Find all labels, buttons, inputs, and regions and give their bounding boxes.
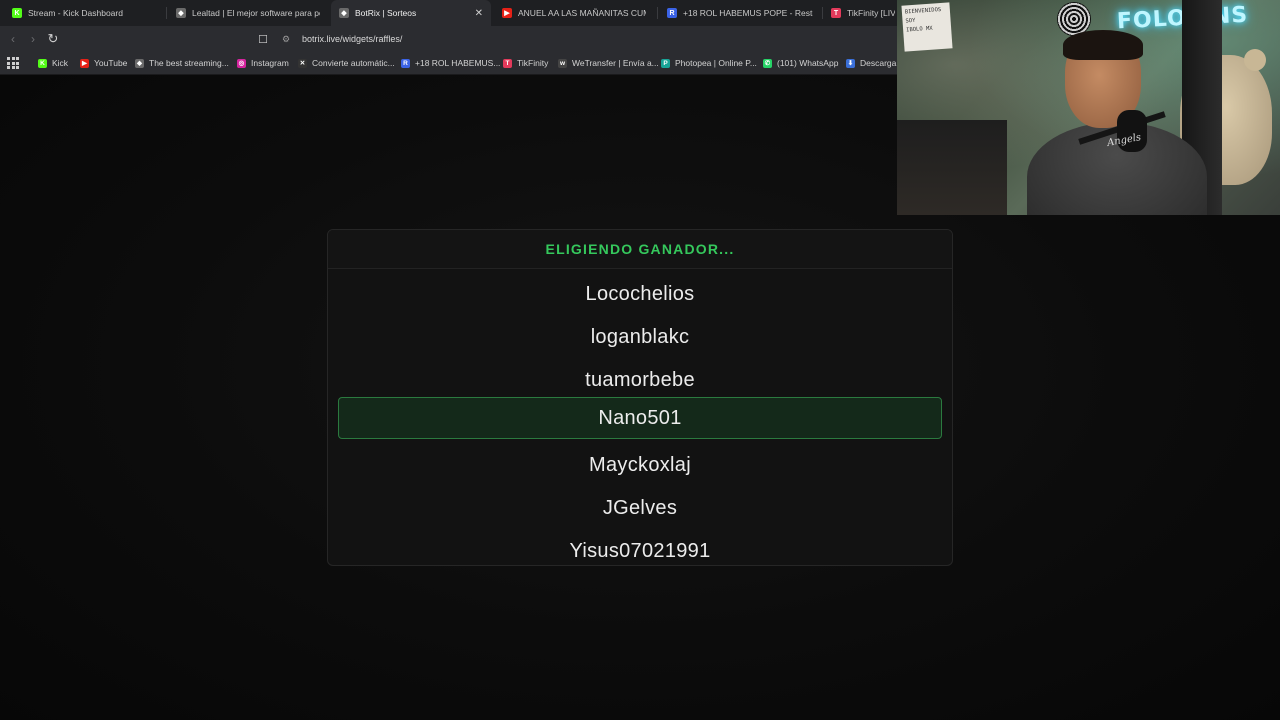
- kick-icon: K: [12, 8, 22, 18]
- tab-anuel[interactable]: ▶ ANUEL AA LAS MAÑANITAS CUMPLE: [494, 0, 654, 26]
- streamer: [1027, 30, 1207, 215]
- youtube-icon: ▶: [80, 58, 89, 68]
- raffle-header: ELIGIENDO GANADOR...: [328, 230, 952, 269]
- wall-sign: BIENVENIDOS SOY IBOLO MX: [901, 2, 953, 52]
- address-bar[interactable]: ☐ ⚙ botrix.live/widgets/raffles/: [256, 30, 916, 48]
- wetransfer-icon: w: [558, 58, 567, 68]
- url-text[interactable]: botrix.live/widgets/raffles/: [302, 34, 402, 44]
- photopea-icon: P: [661, 58, 670, 68]
- reload-icon[interactable]: ↻: [45, 31, 61, 47]
- bookmark-label: The best streaming...: [149, 58, 229, 68]
- restream-icon: R: [401, 58, 410, 68]
- apps-grid-icon[interactable]: [7, 57, 19, 69]
- kick-icon: K: [38, 58, 47, 68]
- back-icon[interactable]: ‹: [5, 31, 21, 47]
- tikfinity-icon: T: [503, 58, 512, 68]
- botrix-icon: ◆: [339, 8, 349, 18]
- restream-icon: R: [667, 8, 677, 18]
- bookmark-kick[interactable]: K Kick: [38, 52, 68, 74]
- bookmark-convierte[interactable]: ✕ Convierte automátic...: [298, 52, 395, 74]
- raffle-name-row: Locochelios: [585, 282, 695, 305]
- capcut-icon: ✕: [298, 58, 307, 68]
- download-icon: ⬇: [846, 58, 855, 68]
- tab-title: ANUEL AA LAS MAÑANITAS CUMPLE: [518, 8, 646, 18]
- instagram-icon: ◎: [237, 58, 246, 68]
- bookmark-label: WeTransfer | Envía a...: [572, 58, 659, 68]
- tikfinity-icon: T: [831, 8, 841, 18]
- site-info-icon[interactable]: ⚙: [280, 34, 292, 45]
- bookmark-whatsapp[interactable]: ✆ (101) WhatsApp: [763, 52, 838, 74]
- tab-title: Stream - Kick Dashboard: [28, 8, 123, 18]
- tab-title: TikFinity [LIVE]: [847, 8, 895, 18]
- tab-title: Lealtad | El mejor software para pote: [192, 8, 320, 18]
- raffle-name-row: Yisus07021991: [569, 539, 711, 562]
- raffle-name-row-selected: Nano501: [338, 397, 942, 439]
- bookmark-rol-habemus[interactable]: R +18 ROL HABEMUS...: [401, 52, 500, 74]
- bookmark-label: Photopea | Online P...: [675, 58, 757, 68]
- bookmark-icon[interactable]: ☐: [256, 33, 270, 46]
- bookmark-photopea[interactable]: P Photopea | Online P...: [661, 52, 757, 74]
- tab-restream[interactable]: R +18 ROL HABEMUS POPE - Restream: [659, 0, 821, 26]
- botrix-icon: ◆: [135, 58, 144, 68]
- shelf: [897, 120, 1007, 215]
- tab-lealtad[interactable]: ◆ Lealtad | El mejor software para pote: [168, 0, 328, 26]
- bookmark-youtube[interactable]: ▶ YouTube: [80, 52, 127, 74]
- raffle-name-row: JGelves: [602, 496, 678, 519]
- webcam-overlay: BIENVENIDOSSOYIBOLO MX FOLOWNS Angels: [897, 0, 1280, 215]
- close-tab-icon[interactable]: ✕: [475, 8, 483, 19]
- raffle-name-row: Mayckoxlaj: [589, 453, 691, 476]
- tab-title: +18 ROL HABEMUS POPE - Restream: [683, 8, 813, 18]
- tab-tikfinity[interactable]: T TikFinity [LIVE]: [823, 0, 903, 26]
- bookmark-label: TikFinity: [517, 58, 549, 68]
- bookmark-label: Kick: [52, 58, 69, 68]
- bookmark-label: YouTube: [94, 58, 128, 68]
- bookmark-label: (101) WhatsApp: [777, 58, 839, 68]
- bookmark-instagram[interactable]: ◎ Instagram: [237, 52, 289, 74]
- tab-botrix-sorteos[interactable]: ◆ BotRix | Sorteos ✕: [331, 0, 491, 26]
- whatsapp-icon: ✆: [763, 58, 772, 68]
- tab-title: BotRix | Sorteos: [355, 8, 417, 18]
- bookmark-label: +18 ROL HABEMUS...: [415, 58, 501, 68]
- bookmark-label: Convierte automátic...: [312, 58, 395, 68]
- forward-icon[interactable]: ›: [25, 31, 41, 47]
- raffle-name-row: loganblakc: [590, 325, 690, 348]
- bookmark-wetransfer[interactable]: w WeTransfer | Envía a...: [558, 52, 659, 74]
- raffle-name-row: tuamorbebe: [585, 368, 695, 391]
- botrix-icon: ◆: [176, 8, 186, 18]
- bookmark-label: Instagram: [251, 58, 289, 68]
- youtube-icon: ▶: [502, 8, 512, 18]
- tab-kick-dashboard[interactable]: K Stream - Kick Dashboard: [4, 0, 164, 26]
- bookmark-tikfinity[interactable]: T TikFinity: [503, 52, 548, 74]
- raffle-widget: ELIGIENDO GANADOR... Locochelios loganbl…: [327, 229, 953, 566]
- bookmark-streaming[interactable]: ◆ The best streaming...: [135, 52, 229, 74]
- raffle-title: ELIGIENDO GANADOR...: [545, 241, 735, 257]
